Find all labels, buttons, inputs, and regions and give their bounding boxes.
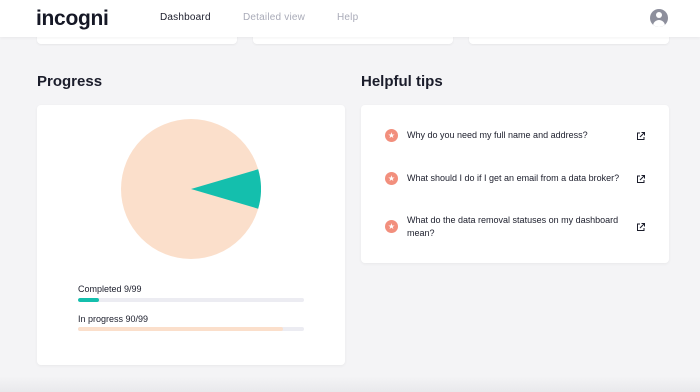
nav-help[interactable]: Help: [337, 12, 358, 23]
helpful-tips-title: Helpful tips: [361, 73, 443, 90]
avatar-shoulders: [653, 20, 665, 27]
incogni-logo[interactable]: incogni: [36, 7, 109, 31]
tip-item[interactable]: ★ What should I do if I get an email fro…: [361, 171, 669, 185]
progress-pie-chart: [121, 119, 261, 259]
progress-card: Completed 9/99 In progress 90/99: [37, 105, 345, 365]
in-progress-progress-fill: [78, 327, 284, 331]
in-progress-label: In progress 90/99: [78, 314, 149, 324]
avatar-head: [656, 12, 662, 18]
in-progress-progress-bar: [78, 327, 304, 331]
completed-label: Completed 9/99: [78, 284, 142, 294]
star-icon: ★: [385, 129, 398, 142]
external-link-icon[interactable]: [636, 131, 646, 141]
top-navigation-bar: incogni Dashboard Detailed view Help: [0, 0, 700, 37]
tip-text: What should I do if I get an email from …: [407, 173, 620, 183]
user-avatar-icon[interactable]: [650, 9, 668, 27]
tip-text: Why do you need my full name and address…: [407, 130, 588, 140]
tip-item[interactable]: ★ What do the data removal statuses on m…: [361, 213, 669, 241]
progress-title: Progress: [37, 73, 103, 90]
nav-dashboard[interactable]: Dashboard: [160, 12, 211, 23]
star-icon: ★: [385, 172, 398, 185]
completed-progress-fill: [78, 298, 99, 302]
external-link-icon[interactable]: [636, 174, 646, 184]
tip-text: What do the data removal statuses on my …: [407, 215, 619, 238]
tip-item[interactable]: ★ Why do you need my full name and addre…: [361, 128, 669, 142]
completed-progress-bar: [78, 298, 304, 302]
helpful-tips-card: ★ Why do you need my full name and addre…: [361, 105, 669, 263]
nav-detailed-view[interactable]: Detailed view: [243, 12, 305, 23]
external-link-icon[interactable]: [636, 222, 646, 232]
star-icon: ★: [385, 220, 398, 233]
page-bottom-edge: [0, 376, 700, 392]
